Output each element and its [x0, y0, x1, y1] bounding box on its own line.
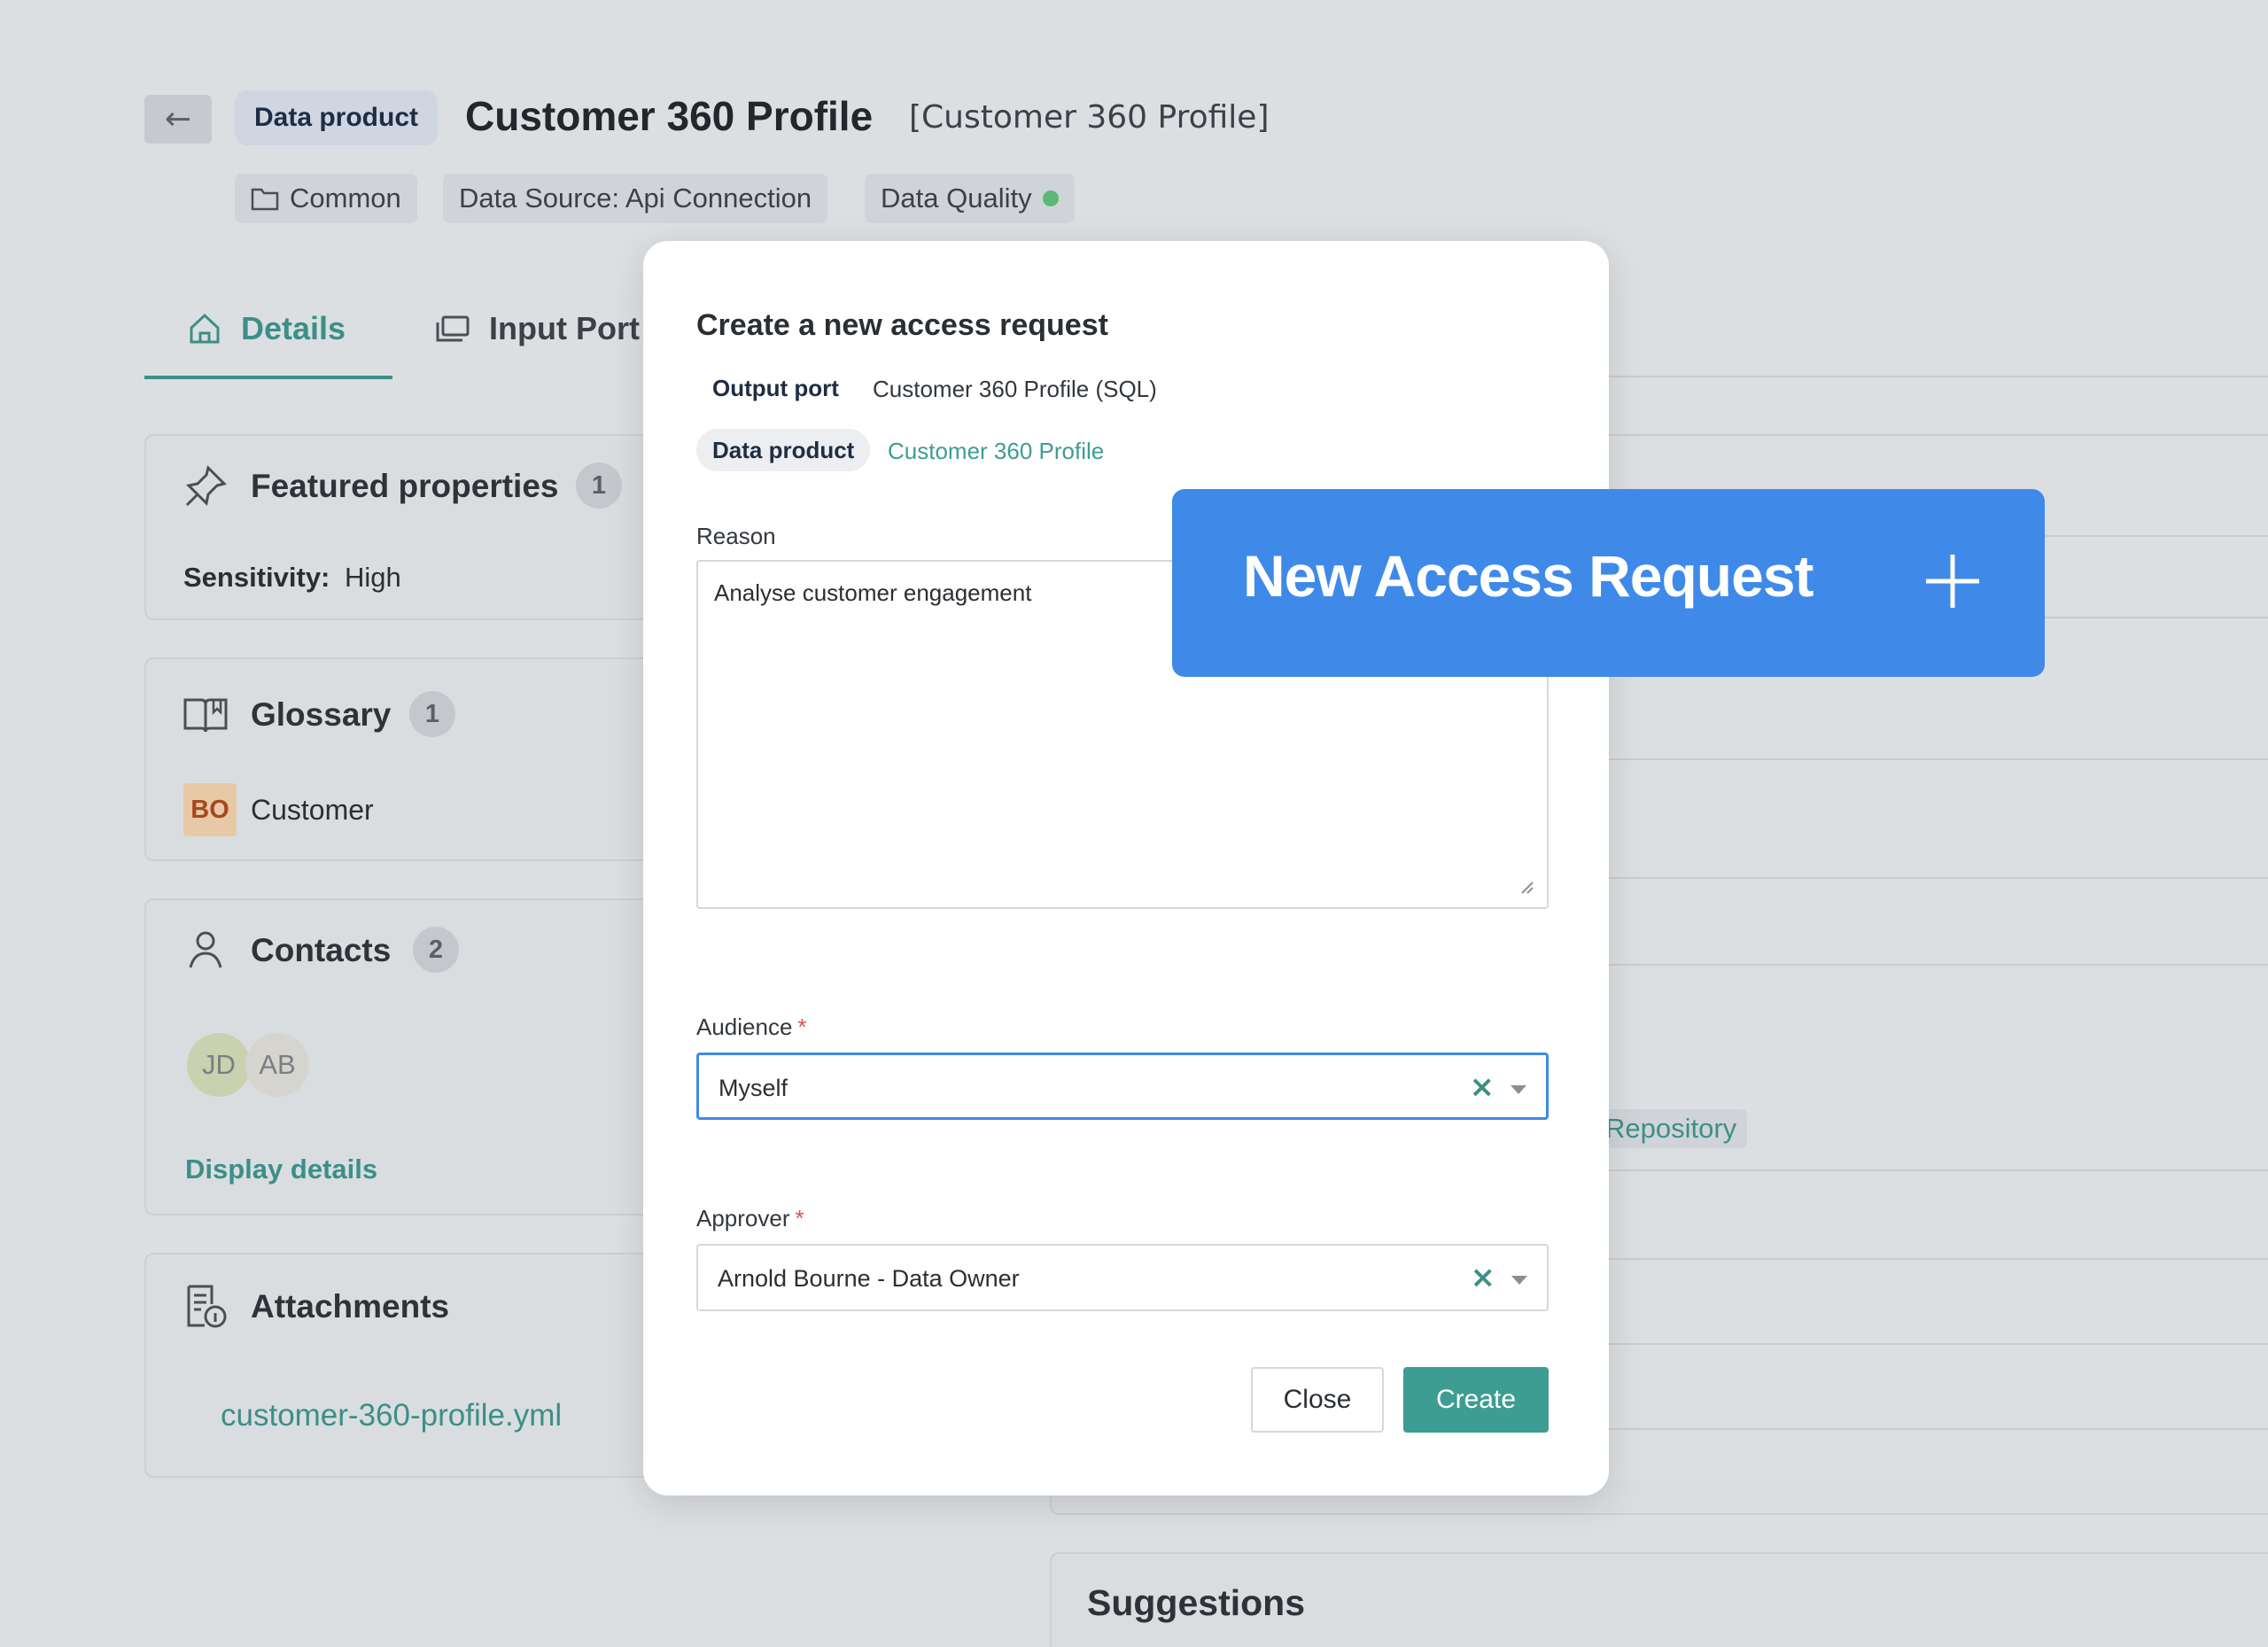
glossary-count: 1 [409, 691, 455, 737]
clear-icon[interactable]: × [1470, 1069, 1495, 1105]
tab-details[interactable]: Details [186, 310, 346, 347]
contacts-card: Contacts 2 JD AB Display details [144, 898, 676, 1216]
chevron-down-icon[interactable] [1511, 1085, 1526, 1094]
featured-properties-title: Featured properties [251, 468, 559, 504]
stack-icon [436, 315, 470, 342]
divider [1605, 1169, 2268, 1171]
home-icon [190, 313, 220, 344]
page-background: ← Data product Customer 360 Profile [Cus… [0, 0, 2268, 1647]
back-arrow-icon: ← [164, 101, 192, 137]
data-product-link[interactable]: Customer 360 Profile [888, 438, 1104, 465]
glossary-badge: BO [183, 783, 237, 836]
attachments-card: Attachments customer-360-profile.yml [144, 1253, 676, 1478]
pin-icon [185, 465, 227, 507]
divider [1605, 1428, 2268, 1430]
page-title: Customer 360 Profile [465, 93, 874, 139]
suggestions-title: Suggestions [1087, 1582, 1306, 1623]
folder-icon [251, 188, 279, 211]
audience-select[interactable]: Myself × [696, 1053, 1549, 1120]
featured-count: 1 [576, 462, 622, 509]
tab-input-port[interactable]: Input Port [434, 310, 640, 347]
divider [1605, 1258, 2268, 1260]
tab-input-port-label: Input Port [489, 310, 640, 346]
tab-divider [1605, 376, 2268, 377]
domain-label: Common [290, 183, 401, 214]
audience-label: Audience * [696, 1014, 807, 1041]
approver-label-text: Approver [696, 1205, 790, 1231]
reason-value: Analyse customer engagement [714, 579, 1032, 606]
approver-label: Approver * [696, 1205, 804, 1232]
resize-handle-icon[interactable] [1517, 877, 1534, 895]
divider [1605, 434, 2268, 436]
glossary-card: Glossary 1 BO Customer [144, 657, 676, 861]
quality-status-dot [1042, 190, 1059, 206]
repository-chip[interactable]: Repository [1595, 1109, 1748, 1148]
featured-properties-card: Featured properties 1 Sensitivity: High [144, 434, 676, 620]
avatar[interactable]: JD [187, 1033, 251, 1097]
divider [1605, 758, 2268, 760]
plus-icon [1926, 555, 1979, 608]
suggestions-panel: Suggestions [1050, 1552, 2268, 1647]
glossary-term[interactable]: Customer [251, 794, 374, 827]
approver-select[interactable]: Arnold Bourne - Data Owner × [696, 1244, 1549, 1311]
clear-icon[interactable]: × [1471, 1260, 1496, 1295]
audience-label-text: Audience [696, 1014, 793, 1040]
avatar[interactable]: AB [245, 1033, 309, 1097]
callout-text: New Access Request [1243, 543, 1814, 609]
divider [1605, 1343, 2268, 1345]
quality-label: Data Quality [881, 183, 1032, 214]
contacts-title: Contacts [251, 932, 392, 968]
book-icon [183, 698, 228, 733]
sensitivity-value: High [345, 562, 401, 593]
modal-title: Create a new access request [696, 308, 1108, 342]
glossary-title: Glossary [251, 696, 392, 733]
close-button[interactable]: Close [1251, 1367, 1384, 1433]
attachment-file-link[interactable]: customer-360-profile.yml [221, 1398, 562, 1433]
quality-chip[interactable]: Data Quality [865, 174, 1075, 223]
chevron-down-icon[interactable] [1511, 1276, 1527, 1285]
access-request-modal: Create a new access request Output port … [643, 241, 1609, 1496]
sensitivity-label: Sensitivity: [183, 562, 330, 593]
type-chip: Data product [235, 90, 439, 145]
audience-value: Myself [718, 1075, 788, 1101]
source-chip[interactable]: Data Source: Api Connection [443, 174, 828, 223]
approver-value: Arnold Bourne - Data Owner [718, 1265, 1020, 1292]
divider [1605, 964, 2268, 966]
required-mark: * [797, 1014, 807, 1040]
person-icon [189, 931, 222, 968]
document-info-icon [187, 1285, 227, 1328]
display-details-link[interactable]: Display details [185, 1154, 377, 1185]
divider [1605, 877, 2268, 879]
tab-details-label: Details [241, 310, 346, 346]
domain-chip[interactable]: Common [235, 174, 417, 223]
source-label: Data Source: Api Connection [459, 183, 812, 214]
required-mark: * [795, 1205, 804, 1231]
attachments-title: Attachments [251, 1288, 450, 1325]
output-port-tag: Output port [712, 374, 839, 401]
active-tab-indicator [144, 376, 392, 379]
output-port-value: Customer 360 Profile (SQL) [873, 376, 1157, 402]
new-access-request-callout: New Access Request [1172, 489, 2045, 677]
back-button[interactable]: ← [144, 95, 212, 144]
create-button[interactable]: Create [1403, 1367, 1549, 1433]
technical-name: [Customer 360 Profile] [909, 99, 1270, 136]
reason-label: Reason [696, 523, 776, 549]
data-product-tag: Data product [696, 429, 871, 471]
contacts-count: 2 [413, 927, 459, 973]
